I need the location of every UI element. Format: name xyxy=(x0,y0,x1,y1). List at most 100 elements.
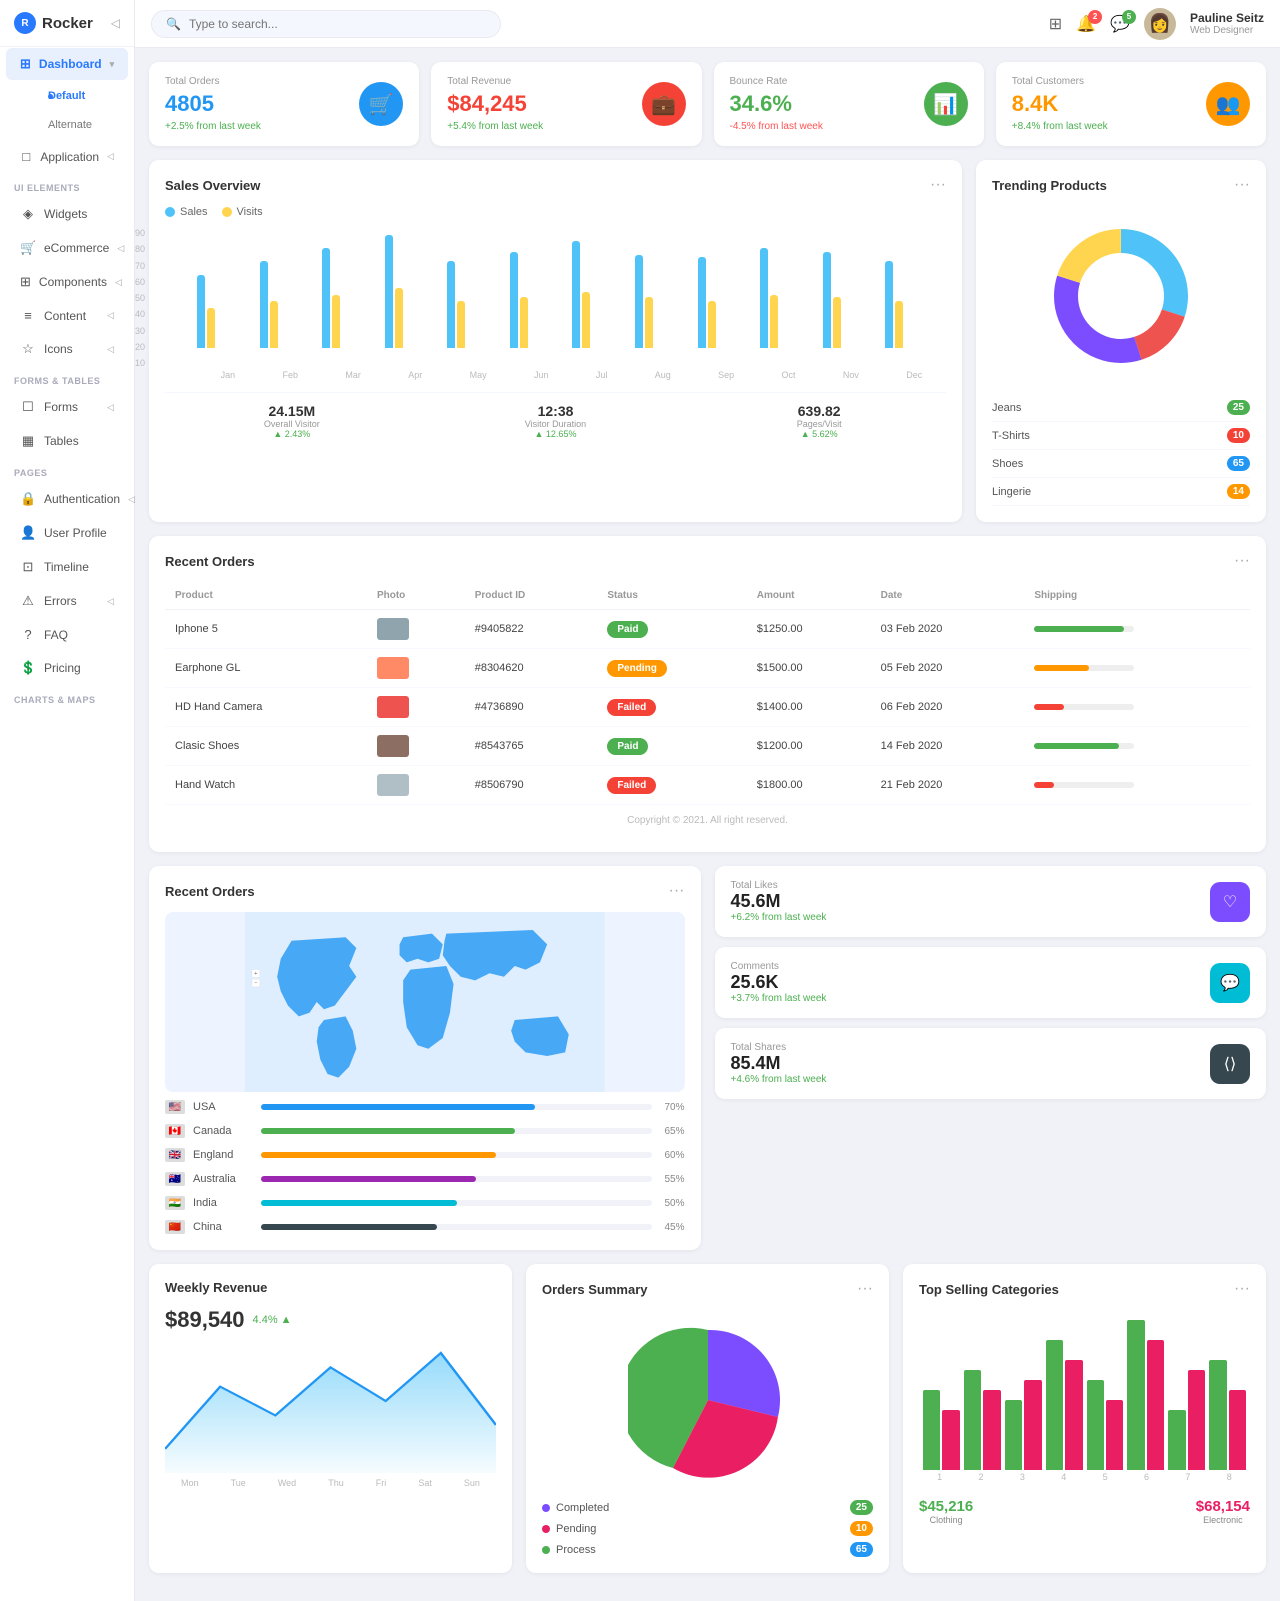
sidebar-item-components[interactable]: ⊞ Components ◁ xyxy=(6,266,128,298)
ts-x-label: 5 xyxy=(1103,1472,1108,1482)
ts-x-label: 8 xyxy=(1227,1472,1232,1482)
ts-bar-group xyxy=(923,1390,960,1470)
sidebar: R Rocker ◁ ⊞ Dashboard ▾ Default Alterna… xyxy=(0,0,135,1601)
y-label: 50 xyxy=(135,293,145,303)
col-date: Date xyxy=(871,582,1025,610)
trending-card-header: Trending Products ··· xyxy=(992,176,1250,194)
sidebar-item-user-profile[interactable]: 👤 User Profile xyxy=(6,517,128,549)
col-product-id: Product ID xyxy=(465,582,598,610)
sidebar-item-widgets[interactable]: ◈ Widgets xyxy=(6,198,128,230)
sidebar-item-icons[interactable]: ☆ Icons ◁ xyxy=(6,333,128,365)
map-card: Recent Orders ··· xyxy=(149,866,701,1250)
chevron-left-icon: ◁ xyxy=(107,151,114,162)
bar-group xyxy=(322,248,383,348)
sidebar-item-alternate[interactable]: Alternate xyxy=(34,111,128,139)
country-bar-fill xyxy=(261,1104,535,1110)
sidebar-item-forms[interactable]: ☐ Forms ◁ xyxy=(6,391,128,423)
trending-badge: 14 xyxy=(1227,484,1250,499)
sidebar-item-label: Widgets xyxy=(44,207,87,221)
stat-label: Bounce Rate xyxy=(730,76,823,87)
trending-more-btn[interactable]: ··· xyxy=(1234,176,1250,194)
country-flag: 🇬🇧 xyxy=(165,1148,185,1162)
sidebar-item-timeline[interactable]: ⊡ Timeline xyxy=(6,551,128,583)
sidebar-item-dashboard[interactable]: ⊞ Dashboard ▾ xyxy=(6,48,128,80)
country-name: Australia xyxy=(193,1173,253,1185)
sales-bar xyxy=(197,275,205,348)
sales-bar xyxy=(823,252,831,348)
x-label: Mar xyxy=(345,370,361,380)
stat-label: Total Revenue xyxy=(447,76,543,87)
chart-stat: 12:38 Visitor Duration ▲ 12.65% xyxy=(429,403,683,439)
sales-bar xyxy=(447,261,455,348)
x-label: Jul xyxy=(596,370,608,380)
sidebar-item-faq[interactable]: ? FAQ xyxy=(6,619,128,650)
user-name: Pauline Seitz xyxy=(1190,11,1264,25)
orders-summary-more-btn[interactable]: ··· xyxy=(857,1280,873,1298)
day-label: Sat xyxy=(418,1478,432,1488)
ts-bar-group xyxy=(1046,1340,1083,1470)
chevron-left-icon: ◁ xyxy=(115,277,122,288)
top-selling-more-btn[interactable]: ··· xyxy=(1234,1280,1250,1298)
x-label: Sep xyxy=(718,370,734,380)
visits-bar xyxy=(895,301,903,348)
chart-stat: 24.15M Overall Visitor ▲ 2.43% xyxy=(165,403,419,439)
cell-product: Hand Watch xyxy=(165,766,367,805)
search-box[interactable]: 🔍 xyxy=(151,10,501,38)
map-more-btn[interactable]: ··· xyxy=(669,882,685,900)
ts-x-label: 7 xyxy=(1185,1472,1190,1482)
ts-bar-group xyxy=(1127,1320,1164,1470)
stat-chg: ▲ 12.65% xyxy=(429,429,683,439)
sidebar-item-label: Icons xyxy=(44,342,73,356)
sidebar-item-pricing[interactable]: 💲 Pricing xyxy=(6,652,128,684)
search-input[interactable] xyxy=(189,17,486,31)
search-icon: 🔍 xyxy=(166,17,181,31)
orders-legend-label: Pending xyxy=(542,1523,596,1535)
cell-product: Earphone GL xyxy=(165,649,367,688)
status-badge: Paid xyxy=(607,621,648,638)
sidebar-item-tables[interactable]: ▦ Tables xyxy=(6,425,128,457)
legend-item: Sales xyxy=(165,206,208,218)
y-label: 60 xyxy=(135,277,145,287)
stat-change: +8.4% from last week xyxy=(1012,121,1108,132)
sidebar-item-default[interactable]: Default xyxy=(34,82,128,110)
sidebar-collapse-btn[interactable]: ◁ xyxy=(111,16,120,30)
notifications-button[interactable]: 🔔 2 xyxy=(1076,14,1096,34)
pages-section-label: PAGES xyxy=(0,458,134,482)
sidebar-item-authentication[interactable]: 🔒 Authentication ◁ xyxy=(6,483,128,515)
donut-chart-container xyxy=(992,206,1250,386)
trending-item: Lingerie 14 xyxy=(992,478,1250,506)
social-label: Total Shares xyxy=(731,1042,827,1053)
avatar[interactable]: 👩 xyxy=(1144,8,1176,40)
status-badge: Failed xyxy=(607,777,656,794)
country-bar-track xyxy=(261,1176,652,1182)
grid-button[interactable]: ⊞ xyxy=(1049,14,1062,34)
stat-value: $84,245 xyxy=(447,91,543,117)
social-card-left: Comments 25.6K +3.7% from last week xyxy=(731,961,827,1004)
cell-amount: $1500.00 xyxy=(747,649,871,688)
chevron-left-icon: ◁ xyxy=(107,596,114,607)
cell-shipping xyxy=(1024,610,1250,649)
area-chart-svg xyxy=(165,1343,496,1473)
sidebar-item-application[interactable]: □ Application ◁ xyxy=(6,141,128,172)
shipping-fill xyxy=(1034,665,1089,671)
ts-bar-pink xyxy=(1065,1360,1082,1470)
status-badge: Failed xyxy=(607,699,656,716)
tables-icon: ▦ xyxy=(20,433,36,449)
ts-total-value: $45,216 xyxy=(919,1498,973,1515)
y-label: 70 xyxy=(135,261,145,271)
orders-more-btn[interactable]: ··· xyxy=(1234,552,1250,570)
icons-icon: ☆ xyxy=(20,341,36,357)
sidebar-item-errors[interactable]: ⚠ Errors ◁ xyxy=(6,585,128,617)
country-flag: 🇦🇺 xyxy=(165,1172,185,1186)
messages-button[interactable]: 💬 5 xyxy=(1110,14,1130,34)
sidebar-item-content[interactable]: ≡ Content ◁ xyxy=(6,300,128,331)
country-bar-fill xyxy=(261,1128,515,1134)
orders-table-body: Iphone 5 #9405822 Paid $1250.00 03 Feb 2… xyxy=(165,610,1250,805)
sidebar-item-ecommerce[interactable]: 🛒 eCommerce ◁ xyxy=(6,232,128,264)
x-label: Feb xyxy=(283,370,299,380)
dashboard-icon: ⊞ xyxy=(20,56,31,72)
sales-more-btn[interactable]: ··· xyxy=(930,176,946,194)
sales-bar xyxy=(698,257,706,348)
sales-bar xyxy=(510,252,518,348)
orders-badge: 25 xyxy=(850,1500,873,1515)
